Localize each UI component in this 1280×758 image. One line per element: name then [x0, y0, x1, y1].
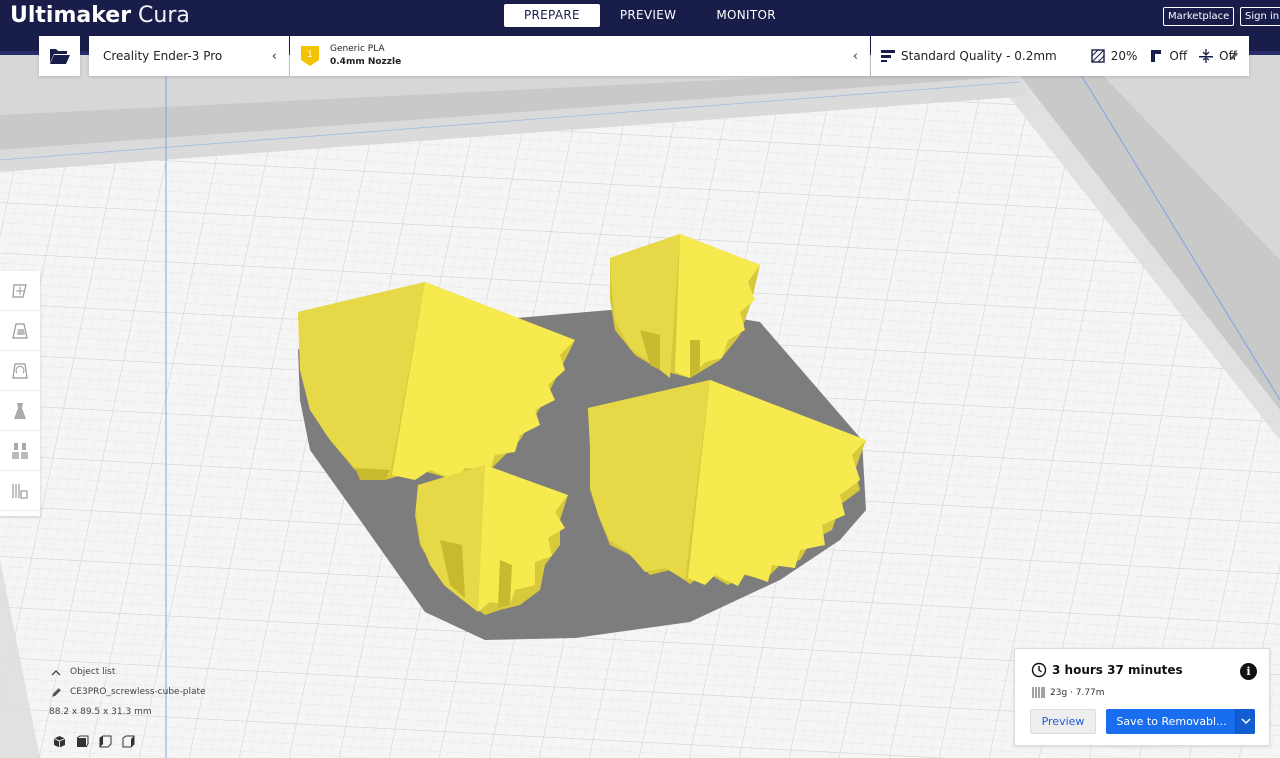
tab-preview[interactable]: PREVIEW: [600, 4, 696, 27]
quality-label: Standard Quality - 0.2mm: [901, 49, 1057, 63]
material-name: Generic PLA: [330, 44, 385, 54]
per-model-settings-icon: [12, 442, 28, 459]
brand-product: Cura: [138, 3, 190, 28]
infill-icon: [1091, 49, 1105, 63]
chevron-left-icon: ‹: [271, 49, 277, 64]
nozzle-size: 0.4mm Nozzle: [330, 57, 402, 67]
brand-name: Ultimaker: [10, 3, 132, 28]
camera-view-buttons: [52, 734, 135, 748]
spool-icon: [1032, 687, 1045, 698]
info-icon[interactable]: i: [1240, 663, 1257, 680]
infill-value: 20%: [1110, 49, 1138, 63]
scale-tool-button[interactable]: [0, 311, 40, 351]
support-value: Off: [1169, 49, 1188, 63]
clock-icon: [1031, 662, 1047, 678]
app-logo: Ultimaker Cura: [10, 3, 190, 29]
svg-text:1: 1: [307, 50, 313, 60]
folder-open-icon: [49, 49, 70, 64]
3d-view-icon[interactable]: [52, 734, 66, 748]
chevron-down-icon[interactable]: [1235, 709, 1255, 734]
print-summary-panel: 3 hours 37 minutes i 23g · 7.77m Preview…: [1014, 648, 1270, 746]
support-blocker-icon: [12, 483, 28, 499]
move-tool-button[interactable]: [0, 271, 40, 311]
object-dimensions: 88.2 x 89.5 x 31.3 mm: [49, 707, 152, 717]
print-settings-selector[interactable]: Standard Quality - 0.2mm 20% Off Off: [871, 36, 1249, 76]
move-tool-icon: [12, 283, 27, 298]
pencil-icon[interactable]: [1229, 51, 1239, 61]
stage-tabs: PREPARE PREVIEW MONITOR: [504, 4, 796, 27]
printer-name: Creality Ender-3 Pro: [103, 49, 223, 63]
printer-selector[interactable]: Creality Ender-3 Pro ‹: [89, 36, 289, 76]
save-label: Save to Removabl...: [1116, 715, 1227, 728]
tab-prepare[interactable]: PREPARE: [504, 4, 600, 27]
open-file-button[interactable]: [39, 36, 80, 76]
signin-button[interactable]: Sign in: [1240, 7, 1280, 26]
object-file-row[interactable]: CE3PRO_screwless-cube-plate: [48, 682, 206, 702]
object-list-panel: Object list CE3PRO_screwless-cube-plate …: [48, 662, 206, 722]
material-selector[interactable]: 1 Generic PLA 0.4mm Nozzle ‹: [290, 36, 870, 76]
extruder-badge-icon: 1: [300, 45, 320, 67]
support-icon: [1151, 50, 1162, 62]
mirror-tool-button[interactable]: [0, 391, 40, 431]
object-list-label: Object list: [70, 667, 116, 677]
pencil-icon: [48, 687, 64, 698]
tool-panel: [0, 271, 40, 516]
save-to-removable-button[interactable]: Save to Removabl...: [1106, 709, 1255, 734]
mirror-tool-icon: [14, 402, 26, 419]
right-view-icon[interactable]: [121, 734, 135, 748]
adhesion-icon: [1199, 49, 1214, 63]
marketplace-button[interactable]: Marketplace: [1163, 7, 1235, 26]
front-view-icon[interactable]: [75, 734, 89, 748]
support-blocker-button[interactable]: [0, 471, 40, 511]
rotate-tool-icon: [12, 362, 28, 379]
chevron-up-icon: [48, 669, 64, 676]
material-usage: 23g · 7.77m: [1050, 687, 1105, 698]
object-list-toggle[interactable]: Object list: [48, 662, 206, 682]
print-time: 3 hours 37 minutes: [1052, 663, 1183, 677]
tab-monitor[interactable]: MONITOR: [696, 4, 796, 27]
object-file-name: CE3PRO_screwless-cube-plate: [70, 687, 206, 697]
per-model-settings-button[interactable]: [0, 431, 40, 471]
left-view-icon[interactable]: [98, 734, 112, 748]
rotate-tool-button[interactable]: [0, 351, 40, 391]
preview-button[interactable]: Preview: [1030, 709, 1096, 734]
quality-icon: [881, 50, 895, 62]
chevron-left-icon: ‹: [852, 49, 858, 64]
scale-tool-icon: [12, 322, 28, 339]
